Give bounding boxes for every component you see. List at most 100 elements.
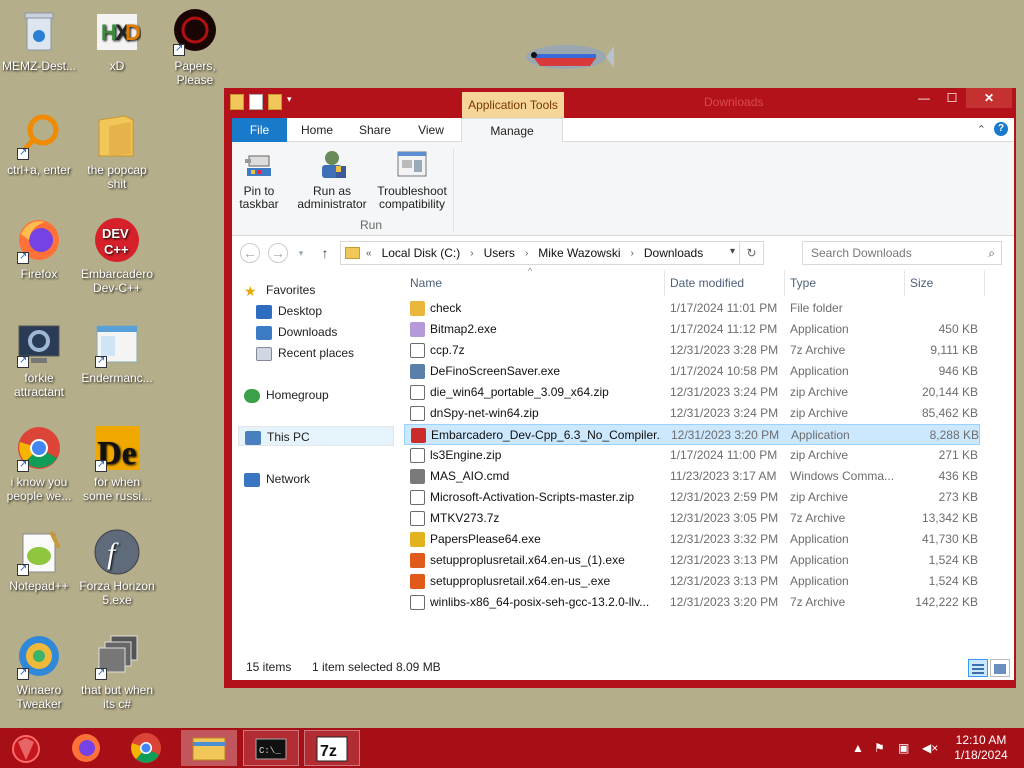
help-icon[interactable]: ? — [994, 122, 1008, 136]
column-divider[interactable] — [904, 270, 905, 296]
breadcrumb-separator[interactable]: › — [470, 248, 473, 259]
archive-file-icon — [410, 385, 425, 400]
start-button[interactable] — [0, 730, 56, 766]
column-divider[interactable] — [664, 270, 665, 296]
desktop-icon-ctrl-a[interactable]: ctrl+a, enter — [0, 112, 78, 177]
tab-share[interactable]: Share — [350, 118, 400, 142]
desktop-icon-de[interactable]: De for when some russi... — [78, 424, 156, 503]
column-header-type[interactable]: Type — [790, 270, 900, 296]
desktop-fish-pet[interactable] — [514, 38, 614, 76]
action-center-flag-icon[interactable]: ⚑ — [874, 728, 885, 768]
show-hidden-icons-button[interactable]: ▲ — [852, 728, 864, 768]
column-header-name[interactable]: Name — [410, 270, 665, 296]
desktop-icon-xd[interactable]: HXD xD — [78, 8, 156, 73]
nav-network[interactable]: Network — [244, 469, 400, 489]
desktop-icon-csharp[interactable]: that but when its c# — [78, 632, 156, 711]
file-row[interactable]: Embarcadero_Dev-Cpp_6.3_No_Compiler... 12… — [404, 424, 980, 445]
desktop-icon-popcap[interactable]: the popcap shit — [78, 112, 156, 191]
column-divider[interactable] — [984, 270, 985, 296]
column-header-date-modified[interactable]: Date modified — [670, 270, 785, 296]
address-dropdown-icon[interactable]: ▾ — [730, 246, 735, 257]
file-type: zip Archive — [790, 406, 849, 420]
nav-downloads[interactable]: Downloads — [256, 322, 412, 342]
file-row[interactable]: check 1/17/2024 11:01 PM File folder — [404, 298, 980, 319]
desktop-icon-endermanch[interactable]: Endermanc... — [78, 320, 156, 385]
column-header-size[interactable]: Size — [910, 270, 980, 296]
search-input[interactable]: Search Downloads ⌕ — [802, 241, 1002, 265]
breadcrumb-downloads[interactable]: Downloads — [644, 246, 703, 260]
desktop-icon-winaero[interactable]: Winaero Tweaker — [0, 632, 78, 711]
title-bar[interactable]: ▾ Application Tools Downloads — ☐ ✕ — [224, 88, 1016, 118]
file-row[interactable]: Bitmap2.exe 1/17/2024 11:12 PM Application… — [404, 319, 980, 340]
minimize-button[interactable]: — — [910, 88, 938, 108]
file-row[interactable]: ccp.7z 12/31/2023 3:28 PM 7z Archive 9,111 … — [404, 340, 980, 361]
troubleshoot-compatibility-button[interactable]: Troubleshoot compatibility — [374, 148, 450, 211]
nav-favorites[interactable]: ★ Favorites — [244, 280, 400, 300]
file-row[interactable]: setupproplusretail.x64.en-us_(1).exe 12/3… — [404, 550, 980, 571]
breadcrumb-mike-wazowski[interactable]: Mike Wazowski — [538, 246, 620, 260]
file-row[interactable]: MAS_AIO.cmd 11/23/2023 3:17 AM Windows Com… — [404, 466, 980, 487]
desktop-icon-papers-please[interactable]: Papers, Please — [156, 8, 234, 87]
properties-icon[interactable] — [249, 94, 263, 110]
nav-recent-places[interactable]: Recent places — [256, 343, 412, 363]
taskbar-file-explorer[interactable] — [181, 730, 237, 766]
refresh-button[interactable]: ↻ — [739, 242, 763, 264]
address-overflow[interactable]: « — [366, 248, 372, 259]
recent-locations-button[interactable]: ▾ — [290, 243, 312, 263]
breadcrumb-separator[interactable]: › — [631, 248, 634, 259]
close-button[interactable]: ✕ — [966, 88, 1012, 108]
up-button[interactable]: ↑ — [314, 243, 336, 263]
tab-file[interactable]: File — [232, 118, 287, 142]
collapse-ribbon-icon[interactable]: ⌃ — [977, 123, 986, 136]
tab-view[interactable]: View — [406, 118, 456, 142]
file-row[interactable]: PapersPlease64.exe 12/31/2023 3:32 PM Appl… — [404, 529, 980, 550]
volume-muted-icon[interactable]: ◀× — [922, 728, 938, 768]
details-view-button[interactable] — [968, 659, 988, 677]
maximize-button[interactable]: ☐ — [938, 88, 966, 108]
new-folder-icon[interactable] — [268, 94, 282, 110]
tab-home[interactable]: Home — [292, 118, 342, 142]
desktop-icon-devcpp[interactable]: DEV C++ Embarcadero Dev-C++ — [78, 216, 156, 295]
clock[interactable]: 12:10 AM 1/18/2024 — [944, 733, 1018, 763]
file-row[interactable]: dnSpy-net-win64.zip 12/31/2023 3:24 PM zip… — [404, 403, 980, 424]
column-divider[interactable] — [784, 270, 785, 296]
desktop-icon-notepadpp[interactable]: Notepad++ — [0, 528, 78, 593]
taskbar-7zip[interactable]: 7z — [304, 730, 360, 766]
file-type: 7z Archive — [790, 343, 846, 357]
desktop-icon-forza[interactable]: f Forza Horizon 5.exe — [78, 528, 156, 607]
nav-desktop[interactable]: Desktop — [256, 301, 412, 321]
tab-manage[interactable]: Manage — [461, 118, 563, 143]
file-type: Windows Comma... — [790, 469, 895, 483]
file-size: 450 KB — [938, 322, 978, 336]
large-icons-view-button[interactable] — [990, 659, 1010, 677]
taskbar-chrome[interactable] — [118, 730, 174, 766]
file-row[interactable]: Microsoft-Activation-Scripts-master.zip 1… — [404, 487, 980, 508]
file-row[interactable]: MTKV273.7z 12/31/2023 3:05 PM 7z Archive 13… — [404, 508, 980, 529]
back-button[interactable]: ← — [240, 243, 260, 263]
file-row[interactable]: die_win64_portable_3.09_x64.zip 12/31/202… — [404, 382, 980, 403]
pin-to-taskbar-button[interactable]: Pin to taskbar — [236, 148, 282, 211]
office-file-icon — [410, 553, 425, 568]
taskbar-firefox[interactable] — [58, 730, 114, 766]
desktop-icon-forkie[interactable]: forkie attractant — [0, 320, 78, 399]
folder-down-icon[interactable] — [230, 94, 244, 110]
file-row[interactable]: DeFinoScreenSaver.exe 1/17/2024 10:58 PM A… — [404, 361, 980, 382]
nav-homegroup[interactable]: Homegroup — [244, 385, 400, 405]
forward-button[interactable]: → — [268, 243, 288, 263]
file-row[interactable]: ls3Engine.zip 1/17/2024 11:00 PM zip Archi… — [404, 445, 980, 466]
file-size: 436 KB — [938, 469, 978, 483]
taskbar-cmd[interactable]: C:\_ — [243, 730, 299, 766]
address-bar[interactable]: « Local Disk (C:) › Users › Mike Wazowsk… — [340, 241, 764, 265]
nav-this-pc[interactable]: This PC — [238, 426, 394, 446]
chevron-down-icon[interactable]: ▾ — [287, 94, 297, 110]
breadcrumb-separator[interactable]: › — [525, 248, 528, 259]
desktop-icon-memz[interactable]: MEMZ-Dest... — [0, 8, 78, 73]
run-as-administrator-button[interactable]: Run as administrator — [290, 148, 374, 211]
file-row[interactable]: setupproplusretail.x64.en-us_.exe 12/31/2… — [404, 571, 980, 592]
breadcrumb-local-disk[interactable]: Local Disk (C:) — [382, 246, 461, 260]
file-row[interactable]: winlibs-x86_64-posix-seh-gcc-13.2.0-llv.… — [404, 592, 980, 613]
desktop-icon-firefox[interactable]: Firefox — [0, 216, 78, 281]
desktop-icon-chrome[interactable]: i know you people we... — [0, 424, 78, 503]
network-status-icon[interactable]: ▣ — [898, 728, 909, 768]
breadcrumb-users[interactable]: Users — [484, 246, 515, 260]
